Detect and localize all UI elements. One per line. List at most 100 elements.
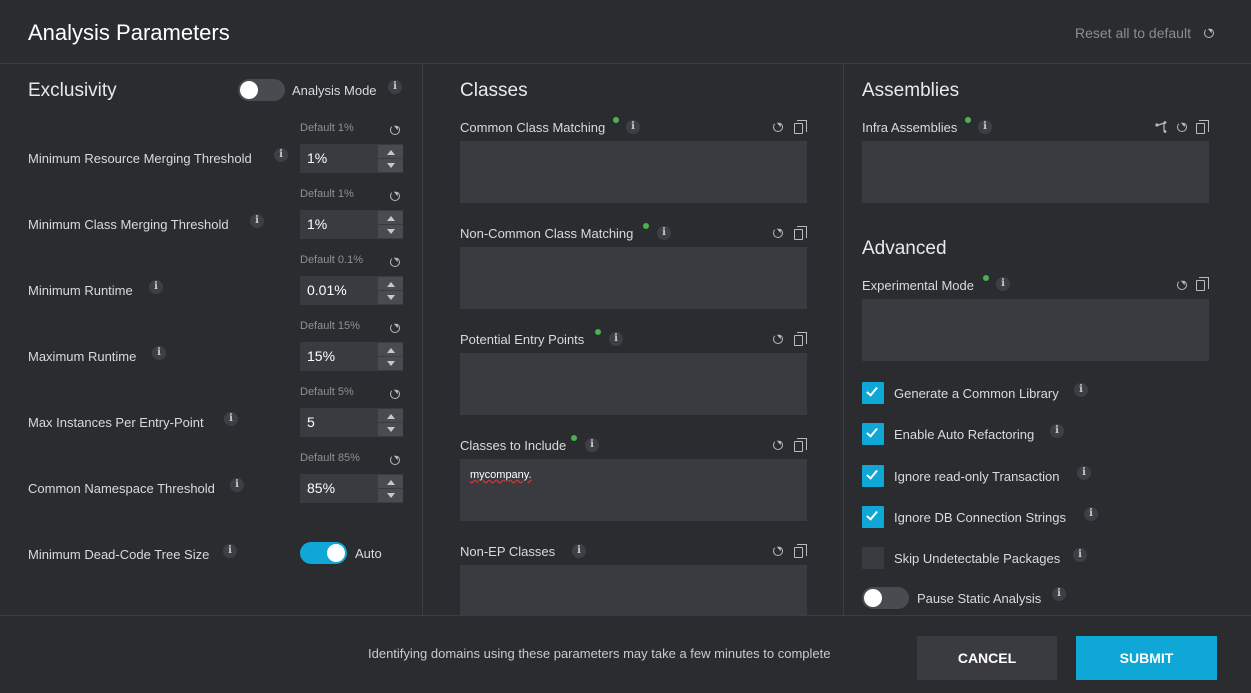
refresh-icon[interactable] bbox=[773, 334, 783, 344]
refresh-icon[interactable] bbox=[1177, 122, 1187, 132]
cancel-button[interactable]: CANCEL bbox=[917, 636, 1057, 680]
refresh-icon[interactable] bbox=[773, 440, 783, 450]
refresh-icon[interactable] bbox=[773, 228, 783, 238]
number-input[interactable]: 1% bbox=[300, 210, 403, 239]
checkbox-label[interactable]: Ignore DB Connection Strings bbox=[894, 510, 1066, 525]
decrement-button[interactable] bbox=[378, 489, 403, 502]
copy-icon[interactable] bbox=[1196, 277, 1209, 291]
checkbox[interactable] bbox=[862, 464, 884, 487]
dead-code-toggle[interactable] bbox=[300, 542, 347, 564]
reset-default-icon[interactable] bbox=[390, 389, 400, 399]
info-icon[interactable]: i bbox=[1050, 424, 1064, 439]
info-icon[interactable]: i bbox=[149, 280, 163, 294]
info-icon[interactable]: i bbox=[626, 120, 640, 134]
class-field-input[interactable] bbox=[460, 247, 807, 309]
default-value-label: Default 1% bbox=[300, 122, 354, 134]
class-field-input[interactable] bbox=[460, 141, 807, 203]
info-icon[interactable]: i bbox=[152, 346, 166, 360]
class-field-label: Classes to Include bbox=[460, 438, 567, 453]
checkbox[interactable] bbox=[862, 505, 884, 528]
class-field-input[interactable] bbox=[460, 353, 807, 415]
info-icon[interactable]: i bbox=[230, 478, 244, 492]
decrement-button[interactable] bbox=[378, 159, 403, 172]
checkbox-label[interactable]: Enable Auto Refactoring bbox=[894, 427, 1034, 442]
info-icon[interactable]: i bbox=[978, 120, 992, 134]
number-value[interactable]: 1% bbox=[307, 216, 327, 232]
toggle-knob bbox=[864, 589, 882, 607]
info-icon[interactable]: i bbox=[609, 332, 623, 346]
info-icon[interactable]: i bbox=[1073, 548, 1087, 563]
pause-static-analysis-toggle[interactable] bbox=[862, 587, 909, 609]
class-field-input[interactable]: mycompany. bbox=[460, 459, 807, 521]
checkbox-label[interactable]: Skip Undetectable Packages bbox=[894, 551, 1060, 566]
info-icon[interactable]: i bbox=[1074, 383, 1088, 397]
number-input[interactable]: 5 bbox=[300, 408, 403, 437]
copy-icon[interactable] bbox=[794, 332, 807, 346]
analysis-mode-label: Analysis Mode bbox=[292, 83, 377, 98]
class-field-input[interactable] bbox=[460, 565, 807, 615]
info-icon[interactable]: i bbox=[1052, 587, 1066, 601]
refresh-icon[interactable] bbox=[1177, 280, 1187, 290]
reset-default-icon[interactable] bbox=[390, 257, 400, 267]
number-input[interactable]: 1% bbox=[300, 144, 403, 173]
checkbox-label[interactable]: Generate a Common Library bbox=[894, 386, 1059, 401]
field-text[interactable]: mycompany. bbox=[470, 469, 532, 481]
decrement-button[interactable] bbox=[378, 291, 403, 304]
info-icon[interactable]: i bbox=[996, 277, 1010, 291]
info-icon[interactable]: i bbox=[223, 544, 237, 558]
param-label: Max Instances Per Entry-Point bbox=[28, 415, 204, 430]
column-divider bbox=[843, 64, 844, 615]
copy-icon[interactable] bbox=[794, 438, 807, 452]
number-value[interactable]: 85% bbox=[307, 480, 335, 496]
analysis-mode-toggle[interactable] bbox=[238, 79, 285, 101]
number-value[interactable]: 0.01% bbox=[307, 282, 347, 298]
checkbox[interactable] bbox=[862, 547, 884, 570]
number-input[interactable]: 0.01% bbox=[300, 276, 403, 305]
decrement-button[interactable] bbox=[378, 225, 403, 238]
class-field-label: Common Class Matching bbox=[460, 120, 606, 135]
reset-all-icon[interactable] bbox=[1204, 28, 1214, 38]
increment-button[interactable] bbox=[378, 475, 403, 488]
number-value[interactable]: 15% bbox=[307, 348, 335, 364]
checkbox-label[interactable]: Ignore read-only Transaction bbox=[894, 469, 1059, 484]
copy-icon[interactable] bbox=[794, 120, 807, 134]
tree-icon[interactable] bbox=[1155, 121, 1167, 133]
copy-icon[interactable] bbox=[794, 226, 807, 240]
increment-button[interactable] bbox=[378, 277, 403, 290]
checkbox[interactable] bbox=[862, 382, 884, 404]
reset-all-button[interactable]: Reset all to default bbox=[1075, 25, 1191, 41]
info-icon[interactable]: i bbox=[224, 412, 238, 426]
infra-assemblies-input[interactable] bbox=[862, 141, 1209, 203]
info-icon[interactable]: i bbox=[388, 80, 402, 94]
decrement-button[interactable] bbox=[378, 357, 403, 370]
number-value[interactable]: 1% bbox=[307, 150, 327, 166]
reset-default-icon[interactable] bbox=[390, 323, 400, 333]
info-icon[interactable]: i bbox=[572, 544, 586, 558]
info-icon[interactable]: i bbox=[1077, 465, 1091, 480]
refresh-icon[interactable] bbox=[773, 546, 783, 556]
info-icon[interactable]: i bbox=[1084, 506, 1098, 521]
increment-button[interactable] bbox=[378, 211, 403, 224]
info-icon[interactable]: i bbox=[250, 214, 264, 228]
increment-button[interactable] bbox=[378, 343, 403, 356]
increment-button[interactable] bbox=[378, 145, 403, 158]
number-input[interactable]: 15% bbox=[300, 342, 403, 371]
reset-default-icon[interactable] bbox=[390, 191, 400, 201]
experimental-mode-input[interactable] bbox=[862, 299, 1209, 361]
reset-default-icon[interactable] bbox=[390, 455, 400, 465]
number-input[interactable]: 85% bbox=[300, 474, 403, 503]
submit-button[interactable]: SUBMIT bbox=[1076, 636, 1217, 680]
copy-icon[interactable] bbox=[794, 544, 807, 558]
copy-icon[interactable] bbox=[1196, 120, 1209, 134]
reset-default-icon[interactable] bbox=[390, 125, 400, 135]
increment-button[interactable] bbox=[378, 409, 403, 422]
refresh-icon[interactable] bbox=[773, 122, 783, 132]
info-icon[interactable]: i bbox=[274, 148, 288, 162]
experimental-mode-label: Experimental Mode bbox=[862, 278, 974, 293]
decrement-button[interactable] bbox=[378, 423, 403, 436]
checkbox[interactable] bbox=[862, 423, 884, 446]
exclusivity-title: Exclusivity bbox=[28, 80, 117, 101]
number-value[interactable]: 5 bbox=[307, 414, 315, 430]
info-icon[interactable]: i bbox=[657, 226, 671, 240]
info-icon[interactable]: i bbox=[585, 438, 599, 452]
